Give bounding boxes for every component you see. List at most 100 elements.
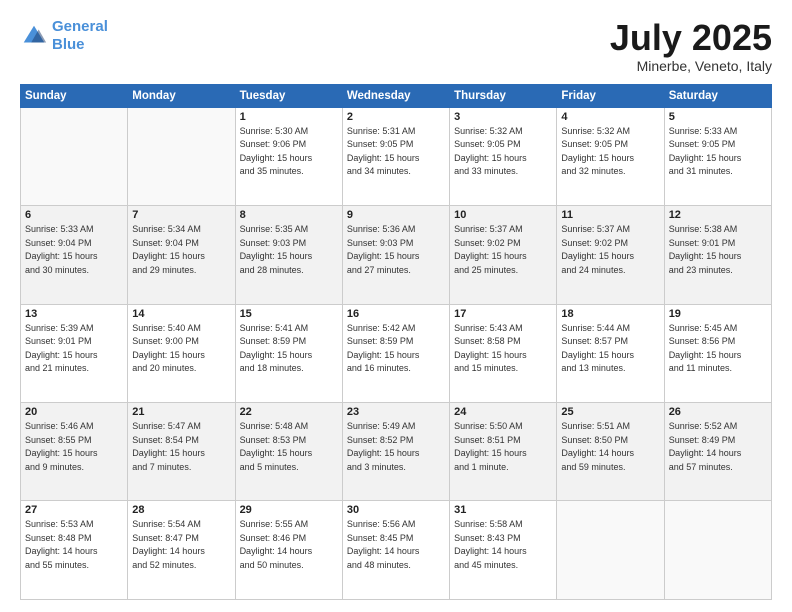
- day-number: 11: [561, 209, 659, 221]
- location: Minerbe, Veneto, Italy: [610, 58, 772, 74]
- header: General Blue July 2025 Minerbe, Veneto, …: [20, 18, 772, 74]
- day-number: 10: [454, 209, 552, 221]
- day-info: Sunrise: 5:58 AM Sunset: 8:43 PM Dayligh…: [454, 518, 552, 572]
- week-row-5: 27Sunrise: 5:53 AM Sunset: 8:48 PM Dayli…: [21, 501, 772, 600]
- week-row-3: 13 Sunrise: 5:39 AM Sunset: 9:01 PM Dayli…: [21, 304, 772, 402]
- table-row: [21, 107, 128, 205]
- day-number: 23: [347, 406, 445, 418]
- day-number: 2: [347, 111, 445, 123]
- day-number: 30: [347, 504, 445, 516]
- col-tuesday: Tuesday: [235, 84, 342, 107]
- day-number: 8: [240, 209, 338, 221]
- day-number: 22: [240, 406, 338, 418]
- table-row: 2 Sunrise: 5:31 AM Sunset: 9:05 PM Daylig…: [342, 107, 449, 205]
- week-row-1: 1Sunrise: 5:30 AM Sunset: 9:06 PM Daylig…: [21, 107, 772, 205]
- day-number: 13: [25, 308, 123, 320]
- day-number: 19: [669, 308, 767, 320]
- day-number: 25: [561, 406, 659, 418]
- day-number: 16: [347, 308, 445, 320]
- table-row: 31 Sunrise: 5:58 AM Sunset: 8:43 PM Dayli…: [450, 501, 557, 600]
- title-block: July 2025 Minerbe, Veneto, Italy: [610, 18, 772, 74]
- calendar-header-row: Sunday Monday Tuesday Wednesday Thursday…: [21, 84, 772, 107]
- table-row: 14 Sunrise: 5:40 AM Sunset: 9:00 PM Dayli…: [128, 304, 235, 402]
- table-row: 3Sunrise: 5:32 AM Sunset: 9:05 PM Daylig…: [450, 107, 557, 205]
- day-info: Sunrise: 5:36 AM Sunset: 9:03 PM Dayligh…: [347, 223, 445, 277]
- table-row: 12 Sunrise: 5:38 AM Sunset: 9:01 PM Dayli…: [664, 206, 771, 304]
- day-info: Sunrise: 5:38 AM Sunset: 9:01 PM Dayligh…: [669, 223, 767, 277]
- day-info: Sunrise: 5:40 AM Sunset: 9:00 PM Dayligh…: [132, 322, 230, 376]
- day-number: 1: [240, 111, 338, 123]
- day-number: 24: [454, 406, 552, 418]
- day-info: Sunrise: 5:39 AM Sunset: 9:01 PM Dayligh…: [25, 322, 123, 376]
- day-info: Sunrise: 5:43 AM Sunset: 8:58 PM Dayligh…: [454, 322, 552, 376]
- logo-text: General Blue: [52, 18, 108, 54]
- day-info: Sunrise: 5:37 AM Sunset: 9:02 PM Dayligh…: [561, 223, 659, 277]
- day-info: Sunrise: 5:35 AM Sunset: 9:03 PM Dayligh…: [240, 223, 338, 277]
- table-row: 22Sunrise: 5:48 AM Sunset: 8:53 PM Dayli…: [235, 403, 342, 501]
- table-row: 24 Sunrise: 5:50 AM Sunset: 8:51 PM Dayli…: [450, 403, 557, 501]
- table-row: 19 Sunrise: 5:45 AM Sunset: 8:56 PM Dayli…: [664, 304, 771, 402]
- day-info: Sunrise: 5:50 AM Sunset: 8:51 PM Dayligh…: [454, 420, 552, 474]
- col-monday: Monday: [128, 84, 235, 107]
- table-row: 11 Sunrise: 5:37 AM Sunset: 9:02 PM Dayli…: [557, 206, 664, 304]
- day-info: Sunrise: 5:42 AM Sunset: 8:59 PM Dayligh…: [347, 322, 445, 376]
- table-row: [128, 107, 235, 205]
- day-number: 6: [25, 209, 123, 221]
- day-number: 12: [669, 209, 767, 221]
- day-info: Sunrise: 5:31 AM Sunset: 9:05 PM Dayligh…: [347, 125, 445, 179]
- day-info: Sunrise: 5:46 AM Sunset: 8:55 PM Dayligh…: [25, 420, 123, 474]
- col-friday: Friday: [557, 84, 664, 107]
- col-saturday: Saturday: [664, 84, 771, 107]
- day-number: 14: [132, 308, 230, 320]
- table-row: 6 Sunrise: 5:33 AM Sunset: 9:04 PM Daylig…: [21, 206, 128, 304]
- day-info: Sunrise: 5:54 AM Sunset: 8:47 PM Dayligh…: [132, 518, 230, 572]
- day-info: Sunrise: 5:49 AM Sunset: 8:52 PM Dayligh…: [347, 420, 445, 474]
- day-info: Sunrise: 5:51 AM Sunset: 8:50 PM Dayligh…: [561, 420, 659, 474]
- day-number: 15: [240, 308, 338, 320]
- table-row: 25 Sunrise: 5:51 AM Sunset: 8:50 PM Dayli…: [557, 403, 664, 501]
- day-info: Sunrise: 5:33 AM Sunset: 9:04 PM Dayligh…: [25, 223, 123, 277]
- day-number: 26: [669, 406, 767, 418]
- table-row: 15 Sunrise: 5:41 AM Sunset: 8:59 PM Dayli…: [235, 304, 342, 402]
- table-row: 9Sunrise: 5:36 AM Sunset: 9:03 PM Daylig…: [342, 206, 449, 304]
- day-number: 31: [454, 504, 552, 516]
- day-number: 3: [454, 111, 552, 123]
- table-row: 18Sunrise: 5:44 AM Sunset: 8:57 PM Dayli…: [557, 304, 664, 402]
- day-number: 5: [669, 111, 767, 123]
- table-row: 26 Sunrise: 5:52 AM Sunset: 8:49 PM Dayli…: [664, 403, 771, 501]
- logo-icon: [20, 22, 48, 50]
- table-row: 5Sunrise: 5:33 AM Sunset: 9:05 PM Daylig…: [664, 107, 771, 205]
- logo: General Blue: [20, 18, 108, 54]
- day-number: 29: [240, 504, 338, 516]
- table-row: 27Sunrise: 5:53 AM Sunset: 8:48 PM Dayli…: [21, 501, 128, 600]
- table-row: 23 Sunrise: 5:49 AM Sunset: 8:52 PM Dayli…: [342, 403, 449, 501]
- day-info: Sunrise: 5:37 AM Sunset: 9:02 PM Dayligh…: [454, 223, 552, 277]
- day-info: Sunrise: 5:45 AM Sunset: 8:56 PM Dayligh…: [669, 322, 767, 376]
- day-info: Sunrise: 5:52 AM Sunset: 8:49 PM Dayligh…: [669, 420, 767, 474]
- col-thursday: Thursday: [450, 84, 557, 107]
- day-number: 7: [132, 209, 230, 221]
- calendar-table: Sunday Monday Tuesday Wednesday Thursday…: [20, 84, 772, 600]
- table-row: 17Sunrise: 5:43 AM Sunset: 8:58 PM Dayli…: [450, 304, 557, 402]
- table-row: 28Sunrise: 5:54 AM Sunset: 8:47 PM Dayli…: [128, 501, 235, 600]
- day-info: Sunrise: 5:55 AM Sunset: 8:46 PM Dayligh…: [240, 518, 338, 572]
- day-info: Sunrise: 5:32 AM Sunset: 9:05 PM Dayligh…: [561, 125, 659, 179]
- week-row-2: 6 Sunrise: 5:33 AM Sunset: 9:04 PM Daylig…: [21, 206, 772, 304]
- table-row: 20 Sunrise: 5:46 AM Sunset: 8:55 PM Dayli…: [21, 403, 128, 501]
- day-number: 21: [132, 406, 230, 418]
- table-row: 13 Sunrise: 5:39 AM Sunset: 9:01 PM Dayli…: [21, 304, 128, 402]
- day-number: 20: [25, 406, 123, 418]
- day-info: Sunrise: 5:41 AM Sunset: 8:59 PM Dayligh…: [240, 322, 338, 376]
- table-row: 29 Sunrise: 5:55 AM Sunset: 8:46 PM Dayli…: [235, 501, 342, 600]
- table-row: 30Sunrise: 5:56 AM Sunset: 8:45 PM Dayli…: [342, 501, 449, 600]
- logo-line1: General: [52, 18, 108, 35]
- table-row: [557, 501, 664, 600]
- table-row: 8 Sunrise: 5:35 AM Sunset: 9:03 PM Daylig…: [235, 206, 342, 304]
- week-row-4: 20 Sunrise: 5:46 AM Sunset: 8:55 PM Dayli…: [21, 403, 772, 501]
- day-number: 18: [561, 308, 659, 320]
- day-info: Sunrise: 5:53 AM Sunset: 8:48 PM Dayligh…: [25, 518, 123, 572]
- table-row: 16 Sunrise: 5:42 AM Sunset: 8:59 PM Dayli…: [342, 304, 449, 402]
- table-row: 7Sunrise: 5:34 AM Sunset: 9:04 PM Daylig…: [128, 206, 235, 304]
- table-row: 21Sunrise: 5:47 AM Sunset: 8:54 PM Dayli…: [128, 403, 235, 501]
- table-row: [664, 501, 771, 600]
